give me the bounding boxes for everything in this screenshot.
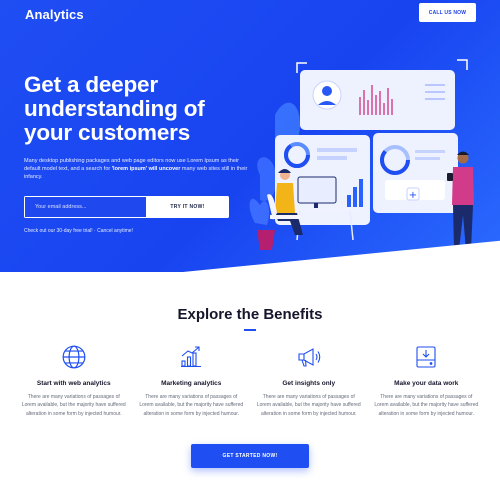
signup-form: TRY IT NOW! bbox=[24, 196, 229, 218]
data-box-icon bbox=[368, 344, 486, 370]
get-started-button[interactable]: GET STARTED NOW! bbox=[191, 444, 309, 468]
call-us-button[interactable]: CALL US NOW bbox=[419, 3, 476, 22]
email-input[interactable] bbox=[24, 196, 146, 218]
benefits-title: Explore the Benefits bbox=[177, 306, 323, 323]
benefit-title: Start with web analytics bbox=[36, 380, 111, 387]
brand-logo[interactable]: Analytics bbox=[25, 7, 84, 22]
benefit-text: There are many variations of passages of… bbox=[374, 394, 479, 417]
benefit-text: There are many variations of passages of… bbox=[21, 394, 126, 417]
benefit-item: Marketing analytics There are many varia… bbox=[133, 344, 251, 418]
title-underline bbox=[244, 329, 256, 331]
benefit-text: There are many variations of passages of… bbox=[139, 394, 244, 417]
trial-note: Check out our 30-day free trial! · Cance… bbox=[24, 228, 133, 234]
svg-text:+: + bbox=[409, 190, 417, 201]
growth-chart-icon bbox=[133, 344, 251, 370]
try-it-now-button[interactable]: TRY IT NOW! bbox=[146, 196, 229, 218]
benefit-item: Make your data work There are many varia… bbox=[368, 344, 486, 418]
globe-icon bbox=[15, 344, 133, 370]
megaphone-icon bbox=[250, 344, 368, 370]
benefit-item: Start with web analytics There are many … bbox=[15, 344, 133, 418]
hero-section: Analytics CALL US NOW Get a deeper under… bbox=[0, 0, 500, 272]
benefit-title: Marketing analytics bbox=[161, 380, 222, 387]
benefits-list: Start with web analytics There are many … bbox=[15, 344, 485, 418]
benefit-item: Get insights only There are many variati… bbox=[250, 344, 368, 418]
hero-description: Many desktop publishing packages and web… bbox=[24, 157, 249, 182]
benefit-title: Get insights only bbox=[282, 380, 336, 387]
benefit-text: There are many variations of passages of… bbox=[256, 394, 361, 417]
hero-headline: Get a deeper understanding of your custo… bbox=[24, 72, 205, 145]
lead-text-bold: 'lorem ipsum' will uncover bbox=[111, 166, 181, 173]
benefit-title: Make your data work bbox=[394, 380, 459, 387]
analytics-illustration: + bbox=[249, 59, 474, 250]
